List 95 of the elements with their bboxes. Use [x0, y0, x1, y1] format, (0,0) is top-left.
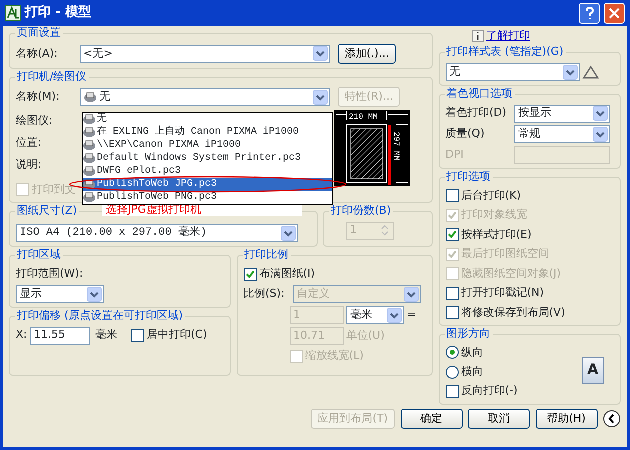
- checkbox-label: 布满图纸(I): [259, 266, 316, 282]
- radio-button[interactable]: [446, 346, 458, 360]
- dialog-button[interactable]: 确定: [400, 409, 462, 430]
- window-title: 打印 - 模型: [25, 4, 92, 22]
- field-label: 打印范围(W):: [16, 266, 84, 282]
- checkbox[interactable]: [446, 306, 458, 320]
- dropdown-item[interactable]: Default Windows System Printer.pc3: [83, 152, 332, 164]
- printer-icon: [83, 140, 96, 150]
- group-title: 图形方向: [444, 326, 492, 341]
- checkbox[interactable]: [244, 268, 256, 280]
- checkbox-label: 打印到文: [32, 182, 76, 198]
- printer-icon: [83, 192, 96, 202]
- paper-width-text: 210 MM: [348, 113, 378, 122]
- edit-icon[interactable]: [582, 63, 600, 81]
- checkbox-label: 打印对象线宽: [461, 207, 528, 223]
- group-title: 打印样式表 (笔指定)(G): [444, 45, 566, 60]
- quality-dropdown[interactable]: 常规: [514, 125, 610, 144]
- dialog-button: 应用到布局(T): [310, 409, 395, 430]
- group-title: 图纸尺寸(Z): [15, 204, 80, 218]
- scale-value-field: 1: [290, 306, 344, 324]
- checkbox-label: 居中打印(C): [147, 327, 208, 344]
- learn-link[interactable]: 了解打印: [486, 28, 530, 44]
- field-label: 名称(A):: [16, 46, 59, 62]
- radio-label: 横向: [461, 364, 484, 380]
- field-label: 比例(S):: [244, 286, 286, 302]
- info-icon: [472, 30, 484, 42]
- checkbox[interactable]: [446, 189, 458, 202]
- dropdown-item[interactable]: DWFG ePlot.pc3: [83, 164, 332, 178]
- paper-height-text: 297 MM: [391, 132, 400, 161]
- scale-value-field: 10.71: [290, 327, 344, 346]
- printer-dropdown[interactable]: 无: [80, 88, 330, 106]
- shade-dropdown[interactable]: 按显示: [514, 104, 610, 122]
- copies-spinner: 1: [346, 222, 394, 240]
- name-dropdown[interactable]: <无>: [80, 44, 330, 63]
- collapse-button[interactable]: [603, 410, 621, 428]
- checkbox-label: 最后打印图纸空间: [461, 246, 550, 262]
- close-button[interactable]: [604, 2, 625, 24]
- checkbox-label: 打开打印戳记(N): [461, 285, 544, 301]
- help-icon: [584, 6, 594, 20]
- group-title: 打印机/绘图仪: [15, 70, 89, 84]
- checkbox-label: 后台打印(K): [461, 188, 522, 204]
- dropdown-item[interactable]: PublishToWeb PNG.pc3: [83, 190, 332, 204]
- field-label: 说明:: [16, 156, 42, 173]
- field-label: 毫米: [96, 327, 118, 344]
- printer-icon: [83, 166, 96, 176]
- checkbox-label: 缩放线宽(L): [305, 348, 364, 364]
- group-title: 打印选项: [444, 170, 492, 184]
- help-button[interactable]: [579, 2, 600, 24]
- paper-size-dropdown[interactable]: ISO A4 (210.00 x 297.00 毫米): [16, 224, 298, 242]
- checkbox[interactable]: [131, 329, 144, 342]
- checkbox[interactable]: [446, 286, 458, 300]
- checkbox-label: 将修改保存到布局(V): [461, 304, 566, 320]
- printer-icon: [83, 114, 96, 124]
- properties-button: 特性(R)...: [338, 87, 400, 108]
- checkbox-label: 反向打印(-): [461, 383, 518, 399]
- dropdown-item[interactable]: PublishToWeb JPG.pc3: [83, 178, 332, 190]
- offset-x-field[interactable]: 11.55: [30, 326, 90, 344]
- radio-button[interactable]: [446, 366, 458, 378]
- field-label: 着色打印(D): [446, 105, 508, 122]
- printer-name: 无: [99, 89, 110, 105]
- printer-icon: [84, 92, 96, 103]
- group-title: 打印比例: [242, 248, 290, 262]
- field-label: 质量(Q): [446, 126, 486, 142]
- field-label: 单位(U): [346, 328, 385, 344]
- dialog-button[interactable]: 取消: [468, 409, 530, 430]
- print-range-dropdown[interactable]: 显示: [16, 285, 104, 303]
- printer-icon: [83, 152, 96, 164]
- group-title: 打印份数(B): [329, 204, 394, 218]
- field-label: 名称(M):: [16, 89, 61, 105]
- field-label: X:: [16, 327, 28, 344]
- field-label: 位置:: [16, 134, 42, 151]
- checkbox-label: 隐藏图纸空间对象(J): [461, 266, 562, 282]
- field-label: 绘图仪:: [16, 112, 53, 129]
- dropdown-item[interactable]: 无: [83, 112, 332, 126]
- printer-icon: [83, 126, 96, 138]
- style-table-dropdown[interactable]: 无: [446, 63, 580, 81]
- field-label: =: [407, 307, 416, 323]
- checkbox[interactable]: [446, 228, 458, 242]
- add-button[interactable]: 添加(.)...: [338, 44, 396, 64]
- unit-dropdown[interactable]: 毫米: [346, 306, 404, 324]
- checkbox-label: 按样式打印(E): [461, 226, 532, 242]
- field-label: DPI: [446, 146, 465, 163]
- group-title: 打印偏移 (原点设置在可打印区域): [15, 308, 186, 323]
- radio-label: 纵向: [461, 344, 484, 360]
- printer-icon: [83, 178, 96, 190]
- dialog-button[interactable]: 帮助(H): [536, 409, 598, 430]
- checkbox[interactable]: [446, 384, 458, 398]
- group-title: 打印区域: [15, 248, 63, 262]
- close-icon: [609, 8, 620, 18]
- app-icon: [5, 5, 21, 21]
- dropdown-item[interactable]: \\EXP\Canon PIXMA iP1000: [83, 138, 332, 152]
- group-title: 着色视口选项: [444, 86, 514, 101]
- dropdown-item[interactable]: 在 EXLING 上自动 Canon PIXMA iP1000: [83, 126, 332, 138]
- group-title: 页面设置: [15, 26, 63, 40]
- page-orientation-icon: A: [582, 357, 604, 384]
